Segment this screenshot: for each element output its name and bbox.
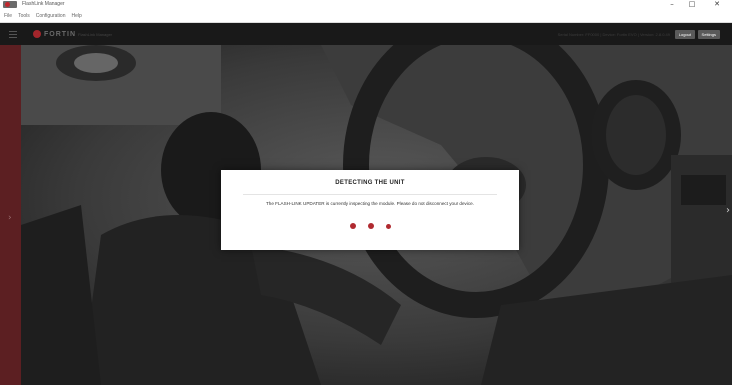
settings-button[interactable]: Settings [697,30,720,39]
app-header: FORTIN FlashLink Manager Serial Number: … [0,24,732,45]
window-titlebar: FlashLink Manager – □ ✕ [0,0,732,9]
menu-bar: File Tools Configuration Help [0,9,732,23]
dialog-divider [243,194,497,195]
loading-dot [349,223,356,229]
loading-indicator [221,223,519,229]
brand-logo: FORTIN [44,31,77,38]
dialog-title: DETECTING THE UNIT [335,180,405,186]
left-sidebar-rail: › [0,45,21,385]
maximize-button[interactable]: □ [682,0,702,9]
detecting-unit-dialog: DETECTING THE UNIT The FLASH-LINK UPDATE… [221,170,519,250]
dialog-message: The FLASH-LINK UPDATER is currently insp… [265,201,474,206]
close-button[interactable]: ✕ [702,0,732,9]
menu-configuration[interactable]: Configuration [36,13,66,19]
fortin-logo-icon [33,30,41,38]
window-controls: – □ ✕ [662,0,732,9]
menu-file[interactable]: File [4,13,12,19]
loading-dot [367,223,374,229]
window-title: FlashLink Manager [22,1,65,7]
hamburger-icon[interactable] [9,31,17,38]
logout-button[interactable]: Logout [674,30,695,39]
next-slide-chevron-icon[interactable]: › [726,205,730,216]
loading-dot [385,223,391,229]
chevron-right-icon[interactable]: › [8,213,12,223]
menu-tools[interactable]: Tools [18,13,30,19]
device-info: Serial Number: FF0000 | Device: Fortin E… [557,32,670,37]
app-icon [3,1,17,8]
minimize-button[interactable]: – [662,0,682,9]
menu-help[interactable]: Help [72,13,82,19]
product-name: FlashLink Manager [78,32,113,37]
